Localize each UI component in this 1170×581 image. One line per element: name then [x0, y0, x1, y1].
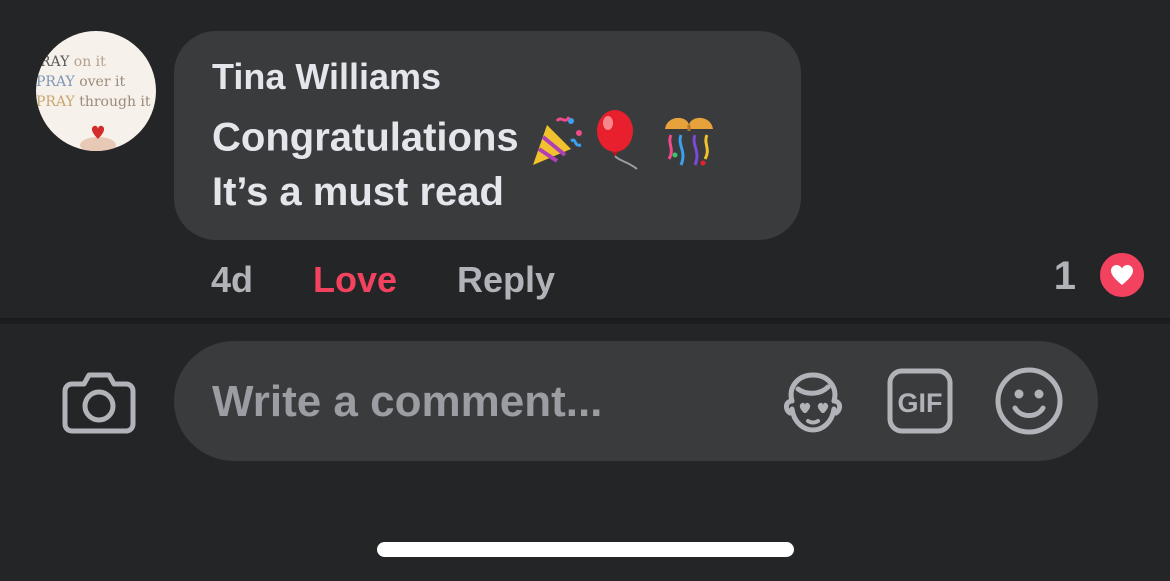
- avatar-text-strong-3: PRAY: [36, 94, 75, 110]
- comment-input[interactable]: Write a comment... GIF: [174, 341, 1098, 461]
- balloon-icon: [596, 110, 638, 170]
- comment-text-1: Congratulations: [212, 115, 519, 160]
- avatar-text-strong-1: RAY: [40, 54, 70, 70]
- avatar-text-rest-2: over it: [74, 74, 126, 90]
- comment-author-name[interactable]: Tina Williams: [212, 57, 441, 97]
- avatar-sticker-button[interactable]: [778, 367, 848, 437]
- avatar-text-rest-1: on it: [69, 54, 106, 70]
- emoji-button[interactable]: [994, 366, 1064, 436]
- camera-button[interactable]: [62, 370, 136, 434]
- avatar-text-line-2: PRAY over it: [36, 75, 125, 89]
- comment-text-line-2: It’s a must read: [212, 170, 504, 214]
- love-reaction-button[interactable]: Love: [313, 258, 397, 302]
- party-popper-icon: [532, 116, 582, 165]
- comment-input-placeholder: Write a comment...: [212, 377, 603, 426]
- gif-icon: GIF: [887, 368, 953, 434]
- camera-icon: [62, 372, 136, 434]
- reply-button[interactable]: Reply: [457, 258, 555, 302]
- avatar-text-line-1: RAY on it: [40, 55, 106, 69]
- comment-text-line-1: Congratulations: [212, 109, 719, 171]
- comment-bubble[interactable]: Tina Williams Congratulations It’s a mus…: [174, 31, 801, 240]
- avatar-text-line-3: PRAY through it: [36, 95, 151, 109]
- heart-reaction-icon[interactable]: [1098, 251, 1146, 299]
- confetti-ball-icon: [664, 117, 713, 166]
- emoji-icon: [995, 367, 1063, 435]
- comment-timestamp: 4d: [211, 259, 254, 300]
- avatar-sticker-icon: [783, 372, 843, 433]
- commenter-avatar[interactable]: RAY on it PRAY over it PRAY through it: [36, 31, 156, 151]
- comment-thread-screen: RAY on it PRAY over it PRAY through it T…: [0, 0, 1170, 581]
- avatar-text-rest-3: through it: [74, 94, 151, 110]
- home-indicator[interactable]: [377, 542, 794, 557]
- avatar-text-strong-2: PRAY: [36, 74, 75, 90]
- gif-button[interactable]: GIF: [887, 368, 953, 434]
- gif-label: GIF: [898, 388, 943, 418]
- avatar-hands-heart-icon: [80, 125, 116, 151]
- reaction-count[interactable]: 1: [1054, 254, 1076, 298]
